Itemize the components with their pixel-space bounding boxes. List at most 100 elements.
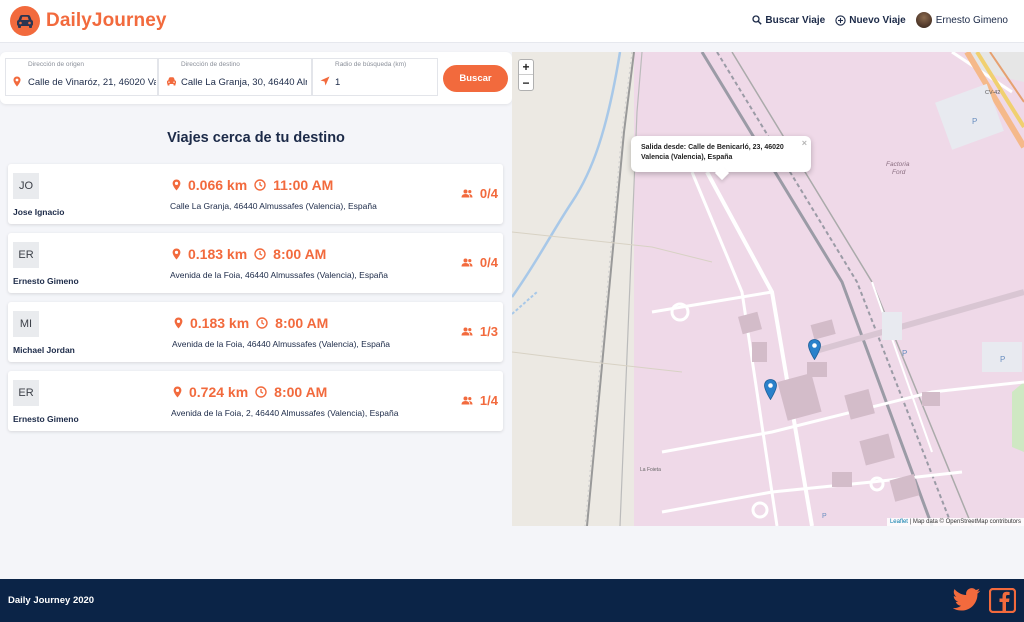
zoom-control: + −	[518, 59, 534, 91]
map-label-cv42: CV-42	[985, 90, 1000, 96]
trip-time: 11:00 AM	[273, 177, 334, 193]
search-bar: Dirección de origen Calle de Vinaróz, 21…	[0, 52, 512, 104]
trip-seats: 0/4	[461, 255, 498, 270]
map-label-parking: P	[902, 349, 907, 358]
trip-time: 8:00 AM	[273, 246, 327, 262]
map-pin-icon	[13, 76, 21, 87]
map-tiles[interactable]: Factoria Ford CV-42 La Foieta P P P P	[512, 52, 1024, 526]
search-icon	[752, 15, 763, 25]
users-icon	[461, 396, 473, 405]
header: DailyJourney Buscar Viaje Nuevo Viaje Er…	[0, 0, 1024, 43]
top-nav: Buscar Viaje Nuevo Viaje Ernesto Gimeno	[742, 12, 1008, 28]
zoom-out-button[interactable]: −	[519, 75, 533, 90]
destination-field[interactable]: Dirección de destino Calle La Granja, 30…	[158, 58, 312, 96]
users-icon	[461, 258, 473, 267]
trip-address: Calle La Granja, 46440 Almussafes (Valen…	[170, 201, 377, 211]
leaflet-link[interactable]: Leaflet	[890, 519, 908, 525]
origin-field[interactable]: Dirección de origen Calle de Vinaróz, 21…	[5, 58, 158, 96]
twitter-icon[interactable]	[952, 588, 981, 616]
seats-count: 0/4	[479, 255, 498, 270]
trip-card[interactable]: ER Ernesto Gimeno 0.183 km 8:00 AM Aveni…	[8, 233, 503, 293]
trip-card[interactable]: MI Michael Jordan 0.183 km 8:00 AM Aveni…	[8, 302, 503, 362]
clock-icon	[255, 386, 267, 398]
footer: Daily Journey 2020	[0, 579, 1024, 622]
facebook-icon[interactable]	[988, 587, 1017, 618]
logo[interactable]: DailyJourney	[10, 6, 167, 36]
driver-name: Ernesto Gimeno	[13, 276, 79, 286]
trip-address: Avenida de la Foia, 46440 Almussafes (Va…	[170, 270, 388, 280]
nav-search-trip[interactable]: Buscar Viaje	[752, 15, 825, 26]
driver-name: Jose Ignacio	[13, 207, 65, 217]
trip-meta: 0.724 km 8:00 AM	[173, 384, 327, 400]
map-label-parking: P	[1000, 355, 1005, 364]
nav-new-trip[interactable]: Nuevo Viaje	[835, 15, 906, 26]
map-pin-icon	[172, 248, 181, 260]
footer-text: Daily Journey 2020	[8, 595, 95, 606]
trip-address: Avenida de la Foia, 46440 Almussafes (Va…	[172, 339, 390, 349]
trip-seats: 1/4	[461, 393, 498, 408]
map-label-parking: P	[822, 513, 827, 520]
map-pin-icon	[174, 317, 183, 329]
car-icon	[10, 6, 40, 36]
zoom-in-button[interactable]: +	[519, 60, 533, 75]
nav-search-label: Buscar Viaje	[765, 14, 826, 26]
trip-distance: 0.066 km	[188, 177, 248, 193]
map-marker-icon[interactable]	[808, 339, 821, 365]
trip-meta: 0.183 km 8:00 AM	[174, 315, 328, 331]
nav-user-menu[interactable]: Ernesto Gimeno	[915, 12, 1008, 28]
avatar	[915, 12, 932, 28]
map-label-la-foieta: La Foieta	[640, 467, 661, 473]
clock-icon	[254, 248, 266, 260]
search-button[interactable]: Buscar	[443, 65, 508, 92]
trip-distance: 0.724 km	[189, 384, 249, 400]
location-arrow-icon	[320, 76, 330, 86]
seats-count: 0/4	[479, 186, 498, 201]
clock-icon	[254, 179, 266, 191]
destination-input[interactable]: Calle La Granja, 30, 46440 Alr	[181, 77, 307, 88]
users-icon	[461, 189, 473, 198]
map-label-ford: Ford	[892, 169, 906, 176]
popup-text: Salida desde: Calle de Benicarló, 23, 46…	[641, 144, 784, 161]
attribution-text: | Map data © OpenStreetMap contributors	[907, 519, 1021, 525]
trip-distance: 0.183 km	[188, 246, 248, 262]
clock-icon	[256, 317, 268, 329]
destination-label: Dirección de destino	[181, 61, 240, 68]
driver-initials: MI	[13, 311, 39, 337]
trip-seats: 0/4	[461, 186, 498, 201]
plus-circle-icon	[835, 14, 846, 26]
trip-time: 8:00 AM	[274, 384, 328, 400]
map-attribution: Leaflet | Map data © OpenStreetMap contr…	[886, 518, 1024, 526]
driver-initials: ER	[13, 242, 39, 268]
map-pin-icon	[172, 179, 181, 191]
driver-name: Michael Jordan	[13, 345, 75, 355]
trip-card[interactable]: JO Jose Ignacio 0.066 km 11:00 AM Calle …	[8, 164, 503, 224]
trip-meta: 0.183 km 8:00 AM	[172, 246, 326, 262]
driver-name: Ernesto Gimeno	[13, 414, 79, 424]
origin-input[interactable]: Calle de Vinaróz, 21, 46020 Va	[28, 77, 156, 88]
origin-label: Dirección de origen	[28, 61, 85, 68]
map[interactable]: Factoria Ford CV-42 La Foieta P P P P + …	[512, 52, 1024, 526]
users-icon	[461, 327, 473, 336]
seats-count: 1/3	[479, 324, 498, 339]
trip-address: Avenida de la Foia, 2, 46440 Almussafes …	[171, 408, 399, 418]
results-title: Viajes cerca de tu destino	[167, 130, 345, 146]
car-icon	[167, 77, 176, 86]
trip-meta: 0.066 km 11:00 AM	[172, 177, 333, 193]
radius-input[interactable]: 1	[335, 77, 425, 88]
trip-card[interactable]: ER Ernesto Gimeno 0.724 km 8:00 AM Aveni…	[8, 371, 503, 431]
map-label-parking: P	[972, 117, 977, 126]
app-name: DailyJourney	[46, 10, 167, 31]
trip-distance: 0.183 km	[190, 315, 250, 331]
map-label-factoria: Factoria	[886, 161, 910, 168]
user-name: Ernesto Gimeno	[935, 14, 1008, 26]
seats-count: 1/4	[479, 393, 498, 408]
nav-new-trip-label: Nuevo Viaje	[849, 14, 906, 26]
popup-close-button[interactable]: ×	[802, 137, 807, 150]
radius-field[interactable]: Radio de búsqueda (km) 1	[312, 58, 438, 96]
map-popup: Salida desde: Calle de Benicarló, 23, 46…	[631, 136, 811, 181]
map-marker-icon[interactable]	[764, 379, 777, 405]
radius-label: Radio de búsqueda (km)	[335, 61, 407, 68]
driver-initials: ER	[13, 380, 39, 406]
trip-time: 8:00 AM	[275, 315, 329, 331]
trip-seats: 1/3	[461, 324, 498, 339]
